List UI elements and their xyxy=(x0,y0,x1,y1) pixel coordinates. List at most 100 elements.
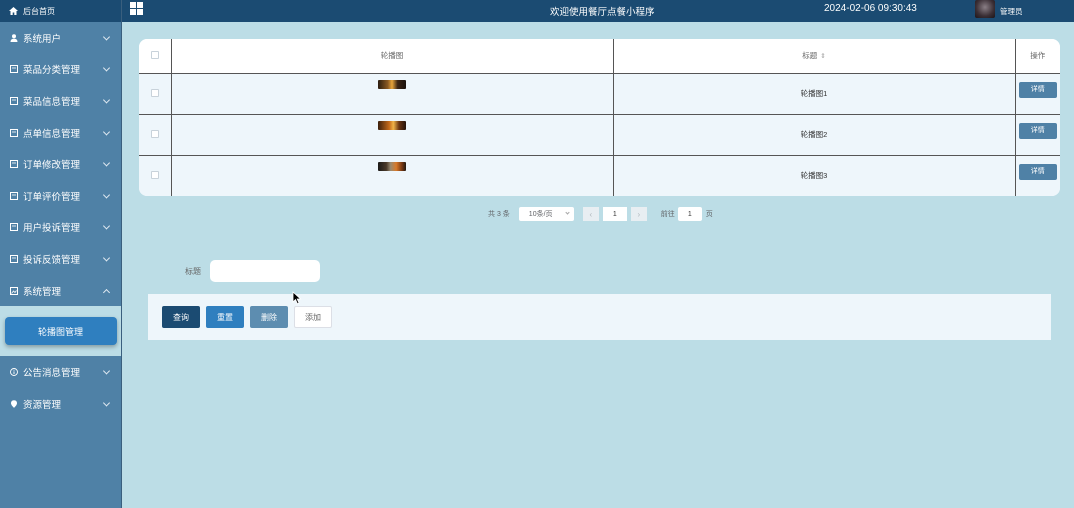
sidebar-item-order-info[interactable]: 点单信息管理 xyxy=(0,117,121,149)
sidebar-item-dish-info[interactable]: 菜品信息管理 xyxy=(0,85,121,117)
image-cell xyxy=(171,155,614,196)
detail-button[interactable]: 详情 xyxy=(1018,81,1057,98)
app-title: 欢迎使用餐厅点餐小程序 xyxy=(550,7,655,18)
table-row: 轮播图2 详情 xyxy=(139,114,1060,156)
avatar[interactable] xyxy=(975,0,995,18)
sidebar-item-notice[interactable]: 公告消息管理 xyxy=(0,356,121,388)
sidebar-item-label: 投诉反馈管理 xyxy=(23,254,81,266)
location-icon xyxy=(9,399,18,408)
row-select-cell xyxy=(139,73,172,115)
user-name[interactable]: 管理员 xyxy=(1000,6,1023,17)
reset-button[interactable]: 重置 xyxy=(206,306,244,328)
row-checkbox[interactable] xyxy=(150,129,159,138)
sidebar: 后台首页 系统用户 菜品分类管理 菜品信息管理 点单信息管理 订单修改管理 订单… xyxy=(0,0,122,508)
pagination-total: 共 3 条 xyxy=(488,211,510,218)
table-row: 轮播图1 详情 xyxy=(139,73,1060,115)
doc-icon xyxy=(9,128,18,137)
column-header-actions: 操作 xyxy=(1015,39,1060,74)
home-icon xyxy=(9,7,18,15)
sidebar-item-label: 公告消息管理 xyxy=(23,368,81,380)
action-cell: 详情 xyxy=(1015,73,1060,115)
sidebar-item-label: 用户投诉管理 xyxy=(23,223,81,235)
chevron-down-icon xyxy=(565,210,570,215)
row-checkbox[interactable] xyxy=(150,88,159,97)
image-cell xyxy=(171,114,614,156)
doc-icon xyxy=(9,191,18,200)
chevron-down-icon xyxy=(102,64,111,72)
carousel-thumbnail xyxy=(378,121,406,130)
title-cell: 轮播图1 xyxy=(613,73,1016,115)
chevron-down-icon xyxy=(102,254,111,262)
table-row: 轮播图3 详情 xyxy=(139,155,1060,196)
chevron-down-icon xyxy=(102,399,111,407)
sidebar-item-dish-category[interactable]: 菜品分类管理 xyxy=(0,54,121,86)
menu-grid-icon[interactable] xyxy=(130,2,143,15)
page-number-current[interactable]: 1 xyxy=(602,207,627,221)
page-size-value: 10条/页 xyxy=(528,211,553,218)
row-select-cell xyxy=(139,114,172,156)
sidebar-item-label: 系统管理 xyxy=(23,286,62,298)
goto-page-input[interactable]: 1 xyxy=(677,207,702,221)
chevron-down-icon xyxy=(102,33,111,41)
sidebar-item-order-edit[interactable]: 订单修改管理 xyxy=(0,148,121,180)
action-cell: 详情 xyxy=(1015,114,1060,156)
column-header-title[interactable]: 标题 ⇕ xyxy=(613,39,1016,74)
select-all-cell xyxy=(139,39,172,74)
sidebar-submenu: 轮播图管理 xyxy=(0,306,121,357)
chevron-down-icon xyxy=(102,222,111,230)
chevron-down-icon xyxy=(102,191,111,199)
sidebar-item-label: 订单修改管理 xyxy=(23,160,81,172)
user-icon xyxy=(9,33,18,42)
row-checkbox[interactable] xyxy=(150,170,159,179)
delete-button[interactable]: 删除 xyxy=(250,306,288,328)
mouse-cursor-icon xyxy=(292,291,302,305)
goto-label: 前往 xyxy=(660,211,675,218)
sidebar-item-label: 资源管理 xyxy=(23,399,62,411)
chevron-up-icon xyxy=(102,288,111,296)
next-page-button[interactable]: › xyxy=(630,207,647,221)
sort-icon[interactable]: ⇕ xyxy=(820,53,825,60)
action-bar: 查询 重置 删除 添加 xyxy=(148,294,1051,340)
select-all-checkbox[interactable] xyxy=(150,50,159,59)
sidebar-item-user-complaint[interactable]: 用户投诉管理 xyxy=(0,212,121,244)
doc-icon xyxy=(9,96,18,105)
carousel-thumbnail xyxy=(378,80,406,89)
sidebar-item-complaint-feedback[interactable]: 投诉反馈管理 xyxy=(0,243,121,275)
goto-unit: 页 xyxy=(705,211,713,218)
column-header-title-label: 标题 xyxy=(802,51,818,61)
carousel-thumbnail xyxy=(378,162,406,171)
title-cell: 轮播图2 xyxy=(613,114,1016,156)
top-bar: 欢迎使用餐厅点餐小程序 2024-02-06 09:30:43 管理员 xyxy=(122,0,1074,22)
action-cell: 详情 xyxy=(1015,155,1060,196)
detail-button[interactable]: 详情 xyxy=(1018,163,1057,180)
sidebar-item-resources[interactable]: 资源管理 xyxy=(0,388,121,420)
sidebar-home-label: 后台首页 xyxy=(23,6,55,16)
datetime-display: 2024-02-06 09:30:43 xyxy=(824,3,917,14)
title-search-input[interactable] xyxy=(210,260,320,282)
doc-icon xyxy=(9,254,18,263)
doc-icon xyxy=(9,160,18,169)
column-header-image: 轮播图 xyxy=(171,39,614,74)
chevron-down-icon xyxy=(102,128,111,136)
title-search-label: 标题 xyxy=(185,267,201,276)
sidebar-item-label: 系统用户 xyxy=(23,33,62,45)
image-icon xyxy=(9,286,18,295)
add-button[interactable]: 添加 xyxy=(294,306,332,328)
sidebar-item-label: 点单信息管理 xyxy=(23,128,81,140)
prev-page-button[interactable]: ‹ xyxy=(582,207,599,221)
sidebar-home[interactable]: 后台首页 xyxy=(0,0,121,22)
sidebar-subitem-carousel[interactable]: 轮播图管理 xyxy=(4,317,117,346)
chevron-down-icon xyxy=(102,159,111,167)
table-header-row: 轮播图 标题 ⇕ 操作 xyxy=(139,39,1060,74)
detail-button[interactable]: 详情 xyxy=(1018,122,1057,139)
chevron-down-icon xyxy=(102,96,111,104)
chevron-left-icon: ‹ xyxy=(589,209,593,219)
sidebar-item-system[interactable]: 系统管理 xyxy=(0,275,121,307)
carousel-table: 轮播图 标题 ⇕ 操作 轮播图1 详情 轮播图2 详情 轮播图3 详情 xyxy=(139,39,1060,196)
query-button[interactable]: 查询 xyxy=(162,306,200,328)
chevron-right-icon: › xyxy=(637,209,641,219)
sidebar-item-label: 菜品信息管理 xyxy=(23,96,81,108)
sidebar-item-users[interactable]: 系统用户 xyxy=(0,22,121,54)
sidebar-item-order-review[interactable]: 订单评价管理 xyxy=(0,180,121,212)
page-size-select[interactable]: 10条/页 xyxy=(518,207,574,221)
